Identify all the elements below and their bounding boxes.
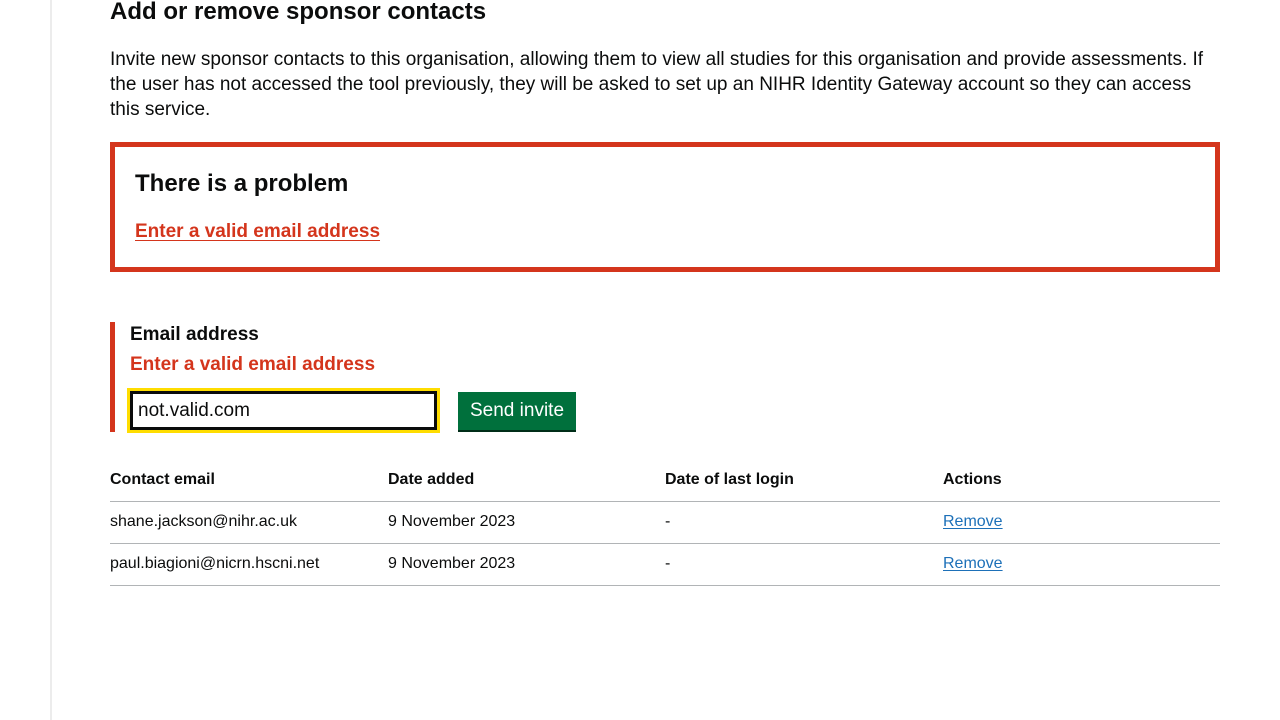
table-header-row: Contact email Date added Date of last lo…	[110, 461, 1220, 502]
cell-actions: Remove	[943, 501, 1220, 544]
page-title: Add or remove sponsor contacts	[110, 0, 487, 25]
email-error-message: Enter a valid email address	[130, 354, 376, 375]
table-row: paul.biagioni@nicrn.hscni.net 9 November…	[110, 543, 1220, 586]
cell-last-login: -	[665, 543, 943, 586]
cell-last-login: -	[665, 501, 943, 544]
table-row: shane.jackson@nihr.ac.uk 9 November 2023…	[110, 501, 1220, 544]
remove-link[interactable]: Remove	[943, 513, 1003, 530]
email-form-group: Email address Enter a valid email addres…	[110, 322, 715, 433]
header-actions: Actions	[943, 461, 1220, 502]
error-summary-link[interactable]: Enter a valid email address	[135, 219, 380, 244]
left-border-divider	[50, 0, 52, 720]
error-summary-title: There is a problem	[135, 170, 349, 197]
intro-text: Invite new sponsor contacts to this orga…	[110, 49, 1204, 120]
cell-date-added: 9 November 2023	[388, 543, 665, 586]
header-last-login: Date of last login	[665, 461, 943, 502]
send-invite-button[interactable]: Send invite	[458, 392, 577, 430]
cell-date-added: 9 November 2023	[388, 501, 665, 544]
cell-email: paul.biagioni@nicrn.hscni.net	[110, 543, 388, 586]
header-date-added: Date added	[388, 461, 665, 502]
header-contact-email: Contact email	[110, 461, 388, 502]
email-input[interactable]	[130, 391, 437, 430]
contacts-table: Contact email Date added Date of last lo…	[110, 461, 1220, 586]
email-input-focus-ring	[127, 388, 440, 433]
error-summary: There is a problem Enter a valid email a…	[110, 142, 1220, 272]
cell-actions: Remove	[943, 543, 1220, 586]
email-label: Email address	[130, 324, 259, 345]
remove-link[interactable]: Remove	[943, 555, 1003, 572]
cell-email: shane.jackson@nihr.ac.uk	[110, 501, 388, 544]
